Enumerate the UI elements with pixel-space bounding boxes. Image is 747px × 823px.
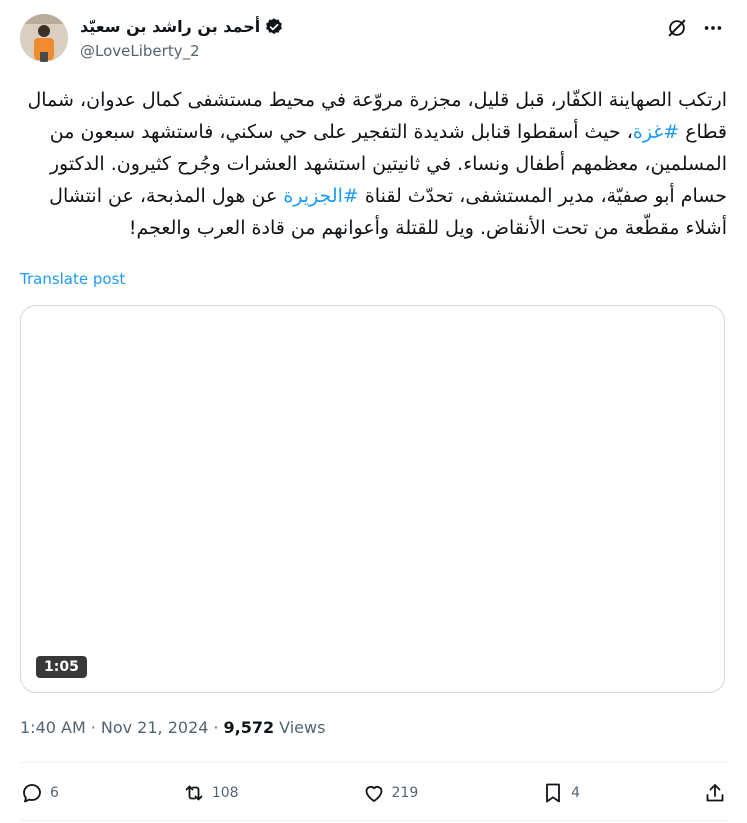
heart-icon bbox=[365, 785, 382, 802]
video-player[interactable]: 1:05 bbox=[20, 305, 725, 693]
tweet-actions: 6 108 219 4 bbox=[20, 775, 727, 811]
views-count: 9,572 bbox=[223, 718, 275, 737]
tweet-time[interactable]: 1:40 AM bbox=[20, 718, 86, 737]
tweet-text: ارتكب الصهاينة الكفّار، قبل قليل، مجزرة … bbox=[20, 84, 727, 244]
verified-badge-icon[interactable] bbox=[264, 17, 284, 37]
meta-separator: · bbox=[90, 718, 96, 737]
hashtag-aljazeera[interactable]: #الجزيرة bbox=[283, 185, 358, 207]
reply-icon bbox=[23, 784, 41, 803]
author-names: أحمد بن راشد بن سعيّد @LoveLiberty_2 bbox=[80, 16, 284, 61]
tweet-date[interactable]: Nov 21, 2024 bbox=[101, 718, 209, 737]
like-button[interactable]: 219 bbox=[362, 781, 419, 805]
more-dots-icon bbox=[704, 26, 722, 30]
grok-icon bbox=[668, 19, 686, 37]
bookmark-icon bbox=[546, 783, 561, 803]
repost-button[interactable]: 108 bbox=[182, 781, 239, 805]
share-icon bbox=[706, 784, 724, 802]
translate-post-link[interactable]: Translate post bbox=[20, 270, 125, 288]
video-duration-badge: 1:05 bbox=[36, 656, 87, 678]
hashtag-gaza[interactable]: #غزة bbox=[633, 121, 679, 143]
bookmark-count: 4 bbox=[571, 785, 581, 801]
meta-separator: · bbox=[213, 718, 219, 737]
more-options-button[interactable] bbox=[699, 14, 727, 42]
author-handle[interactable]: @LoveLiberty_2 bbox=[80, 41, 284, 61]
share-button[interactable] bbox=[703, 781, 727, 805]
reply-count: 6 bbox=[50, 785, 59, 801]
tweet-header: أحمد بن راشد بن سعيّد @LoveLiberty_2 bbox=[20, 14, 727, 66]
divider bbox=[20, 820, 727, 821]
author-display-name[interactable]: أحمد بن راشد بن سعيّد bbox=[80, 16, 260, 38]
like-count: 219 bbox=[391, 785, 419, 801]
avatar[interactable] bbox=[20, 14, 68, 62]
reply-button[interactable]: 6 bbox=[20, 781, 59, 805]
repost-count: 108 bbox=[211, 785, 239, 801]
avatar-image bbox=[20, 14, 68, 62]
divider bbox=[20, 762, 727, 763]
views-label: Views bbox=[279, 718, 326, 737]
repost-icon bbox=[185, 785, 203, 801]
header-actions bbox=[663, 14, 727, 42]
bookmark-button[interactable]: 4 bbox=[541, 781, 580, 805]
grok-button[interactable] bbox=[663, 14, 691, 42]
tweet-meta: 1:40 AM · Nov 21, 2024 · 9,572 Views bbox=[20, 718, 325, 737]
